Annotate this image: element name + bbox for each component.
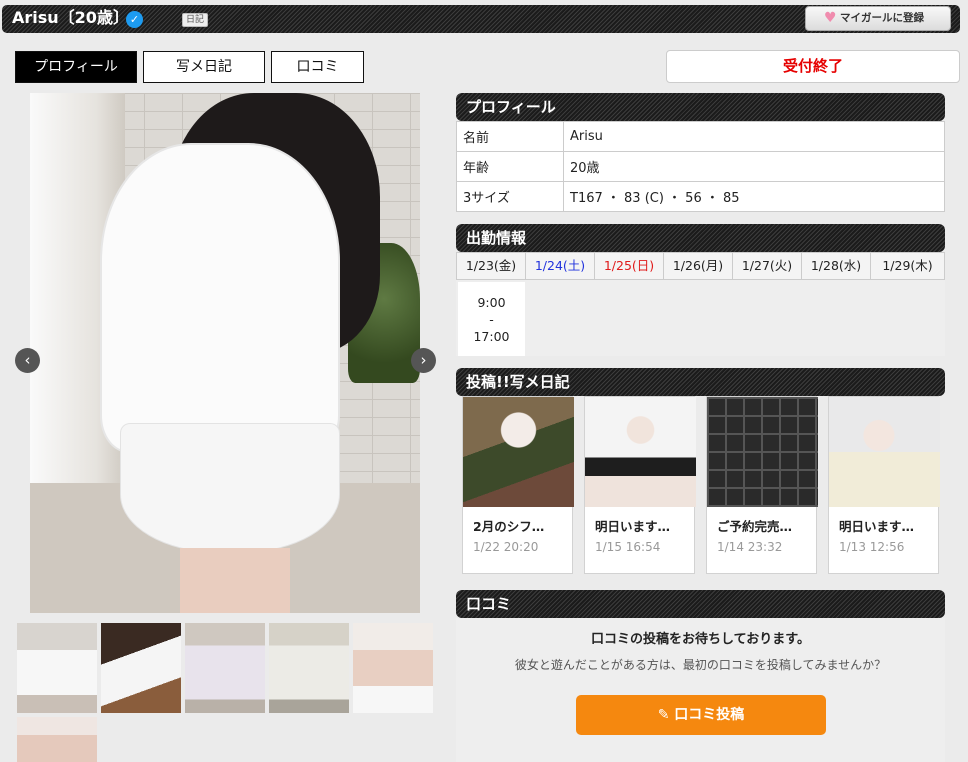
schedule-day-header: 1/26(月) [663,252,733,280]
diary-date: 1/15 16:54 [595,540,661,554]
diary-date: 1/13 12:56 [839,540,905,554]
schedule-day-header: 1/27(火) [732,252,802,280]
profile-key: 名前 [456,121,564,152]
add-mygirl-label: マイガールに登録 [840,12,924,24]
diary-title[interactable]: 2月のシフ… [473,516,544,535]
reviews-invite-text: 彼女と遊んだことがある方は、最初の口コミを投稿してみませんか？ [514,658,887,672]
diary-card[interactable]: 明日います… 1/13 12:56 [828,396,940,574]
reception-status-badge: 受付終了 [666,50,960,83]
diary-date: 1/14 23:32 [717,540,783,554]
main-photo[interactable] [30,93,420,613]
diary-title[interactable]: ご予約完売… [717,516,792,535]
profile-heading: プロフィール [456,93,945,121]
schedule-grid: 1/23(金) 1/24(土) 1/25(日) 1/26(月) 1/27(火) … [456,252,945,356]
profile-value: 20歳 [563,151,945,182]
tab-reviews[interactable]: 口コミ [271,51,364,83]
diary-thumbnail[interactable] [463,397,574,507]
photo-thumbnail[interactable] [17,717,97,762]
diary-card[interactable]: 明日います… 1/15 16:54 [584,396,696,574]
profile-table: 名前 Arisu 年齢 20歳 3サイズ T167 ・ 83 (C) ・ 56 … [456,121,945,212]
schedule-heading: 出勤情報 [456,224,945,252]
table-row: 年齢 20歳 [456,151,945,182]
table-row: 名前 Arisu [456,121,945,152]
chevron-right-icon[interactable]: › [411,348,436,373]
schedule-day-header: 1/23(金) [456,252,526,280]
post-review-label: 口コミ投稿 [674,707,745,723]
diary-date: 1/22 20:20 [473,540,539,554]
diary-thumbnail[interactable] [707,397,818,507]
diary-title[interactable]: 明日います… [595,516,670,535]
photo-thumbnail[interactable] [101,623,181,713]
diary-badge[interactable]: 日記 [182,13,209,27]
reviews-waiting-text: 口コミの投稿をお待ちしております。 [591,632,810,647]
photo-thumbnail[interactable] [269,623,349,713]
profile-key: 3サイズ [456,181,564,212]
photo-thumbnail[interactable] [185,623,265,713]
profile-value: Arisu [563,121,945,152]
tab-profile[interactable]: プロフィール [15,51,137,83]
pen-icon: ✎ [657,707,670,723]
shift-end: 17:00 [473,329,510,344]
post-review-button[interactable]: ✎ 口コミ投稿 [576,695,826,735]
photo-thumbnail[interactable] [17,623,97,713]
photo-thumbnail[interactable] [353,623,433,713]
diary-heading: 投稿!!写メ日記 [456,368,945,396]
add-mygirl-button[interactable]: ♥ マイガールに登録 [805,6,951,31]
header-bar: Arisu〔20歳〕 ✓ 日記 ♥ マイガールに登録 [2,5,960,33]
reviews-heading: 口コミ [456,590,945,618]
table-row: 3サイズ T167 ・ 83 (C) ・ 56 ・ 85 [456,181,945,212]
schedule-day-header: 1/29(木) [870,252,945,280]
verified-check-icon: ✓ [126,11,143,28]
diary-thumbnail[interactable] [829,397,940,507]
profile-value: T167 ・ 83 (C) ・ 56 ・ 85 [563,181,945,212]
diary-card[interactable]: ご予約完売… 1/14 23:32 [706,396,818,574]
cast-name-title: Arisu〔20歳〕 [12,8,129,27]
chevron-left-icon[interactable]: ‹ [15,348,40,373]
schedule-day-header: 1/24(土) [525,252,595,280]
heart-icon: ♥ [824,10,837,26]
shift-separator: - [489,312,494,327]
diary-title[interactable]: 明日います… [839,516,914,535]
schedule-day-header: 1/28(水) [801,252,871,280]
reviews-section: 口コミの投稿をお待ちしております。 彼女と遊んだことがある方は、最初の口コミを投… [456,618,945,762]
diary-thumbnail[interactable] [585,397,696,507]
tab-photo-diary[interactable]: 写メ日記 [143,51,265,83]
profile-key: 年齢 [456,151,564,182]
schedule-day-header: 1/25(日) [594,252,664,280]
diary-card[interactable]: 2月のシフ… 1/22 20:20 [462,396,574,574]
schedule-shift-cell: 9:00 - 17:00 [458,282,525,356]
shift-start: 9:00 [477,295,506,310]
